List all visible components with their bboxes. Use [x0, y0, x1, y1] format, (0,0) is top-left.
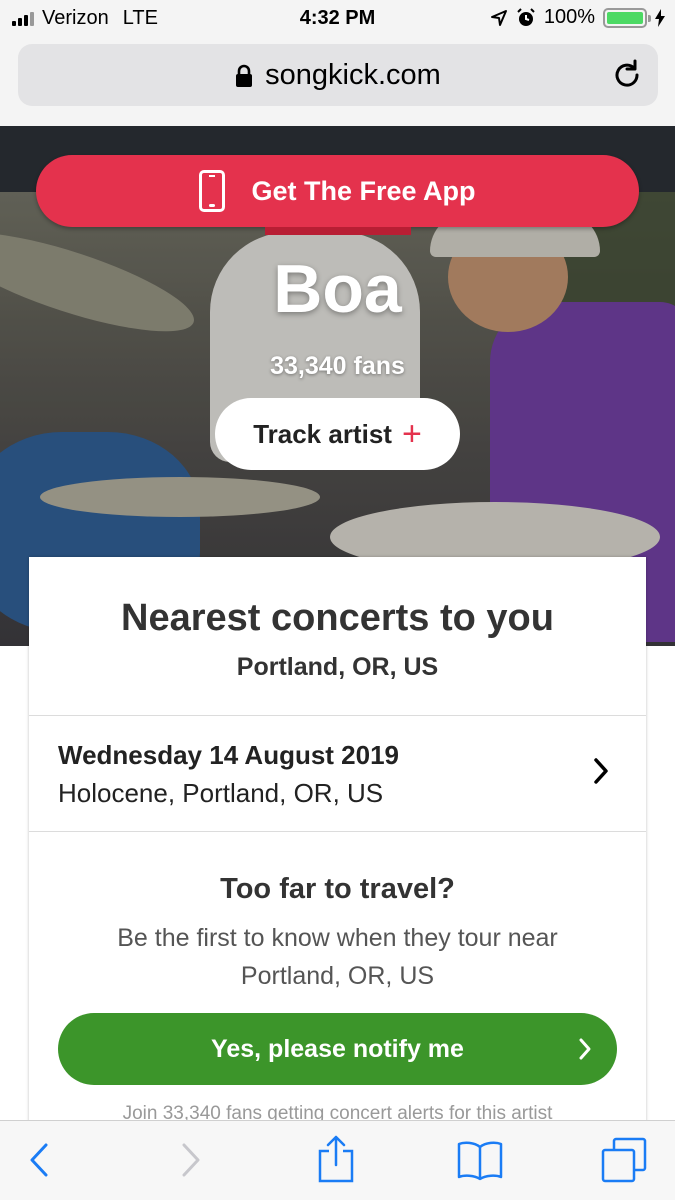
forward-icon[interactable] — [178, 1137, 204, 1183]
battery-fill — [607, 11, 643, 24]
url-display[interactable]: songkick.com — [18, 59, 658, 92]
too-far-title: Too far to travel? — [220, 873, 455, 905]
address-bar[interactable]: songkick.com — [18, 44, 658, 106]
nearest-concerts-title: Nearest concerts to you — [121, 597, 554, 639]
url-text: songkick.com — [265, 59, 441, 91]
chevron-right-icon — [579, 1038, 591, 1060]
charging-bolt-icon — [655, 8, 665, 27]
concerts-card: Nearest concerts to you Portland, OR, US… — [29, 557, 646, 1177]
concert-row[interactable]: Wednesday 14 August 2019 Holocene, Portl… — [29, 716, 646, 831]
user-location: Portland, OR, US — [236, 653, 439, 681]
battery-percent: 100% — [543, 6, 595, 28]
notify-me-button[interactable]: Yes, please notify me — [58, 1013, 617, 1085]
concert-date: Wednesday 14 August 2019 — [58, 740, 400, 770]
get-app-button[interactable]: Get The Free App — [36, 155, 639, 227]
chevron-right-icon — [594, 758, 608, 784]
tabs-icon[interactable] — [600, 1137, 648, 1183]
battery-icon — [603, 7, 651, 28]
divider — [29, 831, 646, 832]
location-arrow-icon — [490, 9, 507, 26]
fan-count: 33,340 fans — [270, 352, 405, 380]
track-artist-label: Track artist — [253, 418, 392, 449]
track-artist-button[interactable]: Track artist + — [215, 398, 460, 470]
phone-icon — [199, 170, 226, 212]
too-far-text: Be the first to know when they tour near… — [117, 924, 558, 990]
browser-chrome: songkick.com — [0, 38, 675, 126]
alarm-icon — [517, 7, 535, 26]
reload-icon[interactable] — [610, 58, 644, 92]
lock-icon — [236, 64, 253, 87]
browser-toolbar — [0, 1120, 675, 1200]
back-icon[interactable] — [26, 1137, 52, 1183]
get-app-label: Get The Free App — [251, 175, 476, 206]
concert-venue: Holocene, Portland, OR, US — [58, 778, 384, 808]
artist-name: Boa — [273, 251, 402, 327]
status-right: 100% — [490, 6, 665, 29]
app-banner-tab — [265, 227, 411, 235]
plus-icon: + — [401, 415, 422, 453]
status-bar: Verizon LTE 4:32 PM 100% — [0, 0, 675, 38]
share-icon[interactable] — [316, 1133, 356, 1185]
notify-me-label: Yes, please notify me — [211, 1034, 464, 1063]
bookmarks-icon[interactable] — [456, 1139, 504, 1181]
